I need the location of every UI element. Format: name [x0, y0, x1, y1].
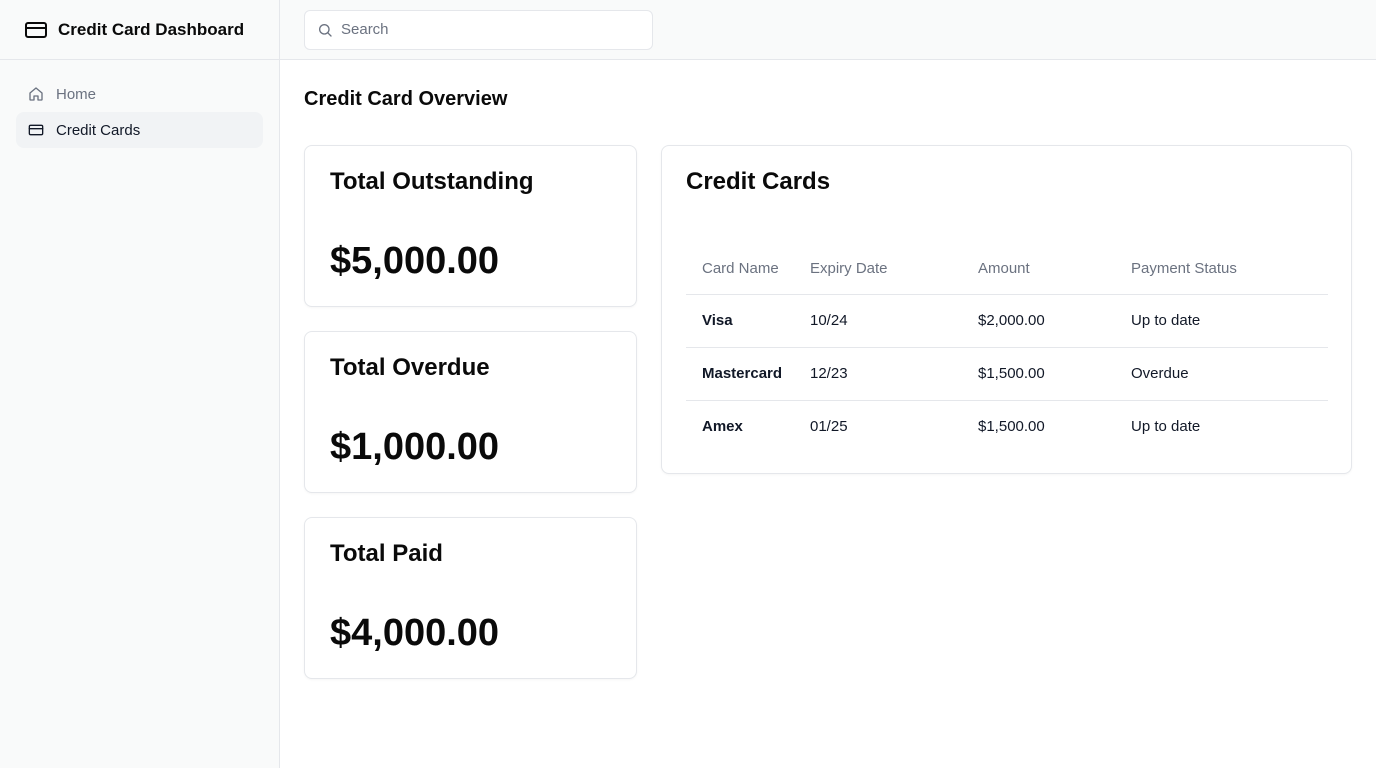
column-header-card-name: Card Name: [686, 244, 794, 295]
expiry-date-cell: 01/25: [810, 418, 848, 436]
search-icon: [317, 22, 333, 38]
sidebar-item-credit-cards[interactable]: Credit Cards: [16, 112, 263, 148]
amount-cell: $2,000.00: [962, 294, 1115, 348]
column-header-expiry-date: Expiry Date: [794, 244, 962, 295]
card-name-cell: Visa: [686, 294, 794, 348]
stat-title: Total Paid: [330, 540, 443, 567]
amount-cell: $1,500.00: [978, 418, 1045, 436]
table-row[interactable]: Visa 10/24 $2,000.00 Up to date: [686, 294, 1328, 348]
stat-card-total-overdue: Total Overdue $1,000.00: [304, 331, 637, 493]
credit-cards-table: Card Name Expiry Date Amount Payment Sta…: [686, 244, 1328, 453]
expiry-date-cell: 12/23: [794, 347, 962, 401]
app-root: Credit Card Dashboard Home Credit Cards …: [0, 0, 1376, 768]
sidebar-item-home[interactable]: Home: [16, 76, 263, 112]
credit-card-icon: [28, 122, 44, 138]
payment-status-cell: Overdue: [1115, 347, 1328, 401]
column-header-amount: Amount: [962, 244, 1115, 295]
amount-cell: $1,500.00: [962, 347, 1115, 401]
stat-value: $5,000.00: [330, 240, 500, 282]
brand[interactable]: Credit Card Dashboard: [0, 0, 279, 60]
sidebar: Credit Card Dashboard Home Credit Cards: [0, 0, 280, 768]
table-row[interactable]: Amex 01/25 $1,500.00 Up to date: [686, 400, 1328, 453]
sidebar-nav: Home Credit Cards: [0, 60, 279, 164]
content: Credit Card Overview Total Outstanding $…: [280, 60, 1376, 703]
stat-card-total-paid: Total Paid $4,000.00: [304, 517, 637, 679]
sidebar-item-label: Home: [56, 85, 97, 103]
stat-title: Total Overdue: [330, 354, 490, 381]
column-header-payment-status: Payment Status: [1115, 244, 1328, 295]
topbar: [280, 0, 1376, 60]
card-name-cell: Mastercard: [686, 347, 794, 401]
card-name-cell: Amex: [702, 418, 743, 436]
dashboard-grid: Total Outstanding $5,000.00 Total Overdu…: [304, 145, 1352, 679]
home-icon: [28, 86, 44, 102]
stats-column: Total Outstanding $5,000.00 Total Overdu…: [304, 145, 637, 679]
main-area: Credit Card Overview Total Outstanding $…: [280, 0, 1376, 768]
stat-title: Total Outstanding: [330, 168, 534, 195]
search-input[interactable]: [341, 21, 641, 38]
payment-status-cell: Up to date: [1131, 418, 1201, 436]
table-header-row: Card Name Expiry Date Amount Payment Sta…: [686, 244, 1328, 295]
stat-value: $1,000.00: [330, 426, 500, 468]
payment-status-cell: Up to date: [1115, 294, 1328, 348]
expiry-date-cell: 10/24: [794, 294, 962, 348]
stat-card-total-outstanding: Total Outstanding $5,000.00: [304, 145, 637, 307]
search-box[interactable]: [304, 9, 653, 50]
page-title: Credit Card Overview: [304, 88, 508, 110]
table-title: Credit Cards: [686, 168, 831, 195]
stat-value: $4,000.00: [330, 612, 500, 654]
table-row[interactable]: Mastercard 12/23 $1,500.00 Overdue: [686, 347, 1328, 401]
sidebar-item-label: Credit Cards: [56, 121, 141, 139]
credit-card-icon: [24, 18, 48, 42]
credit-cards-table-card: Credit Cards Card Name Expiry Date Amoun…: [661, 145, 1352, 474]
app-title: Credit Card Dashboard: [58, 19, 245, 39]
